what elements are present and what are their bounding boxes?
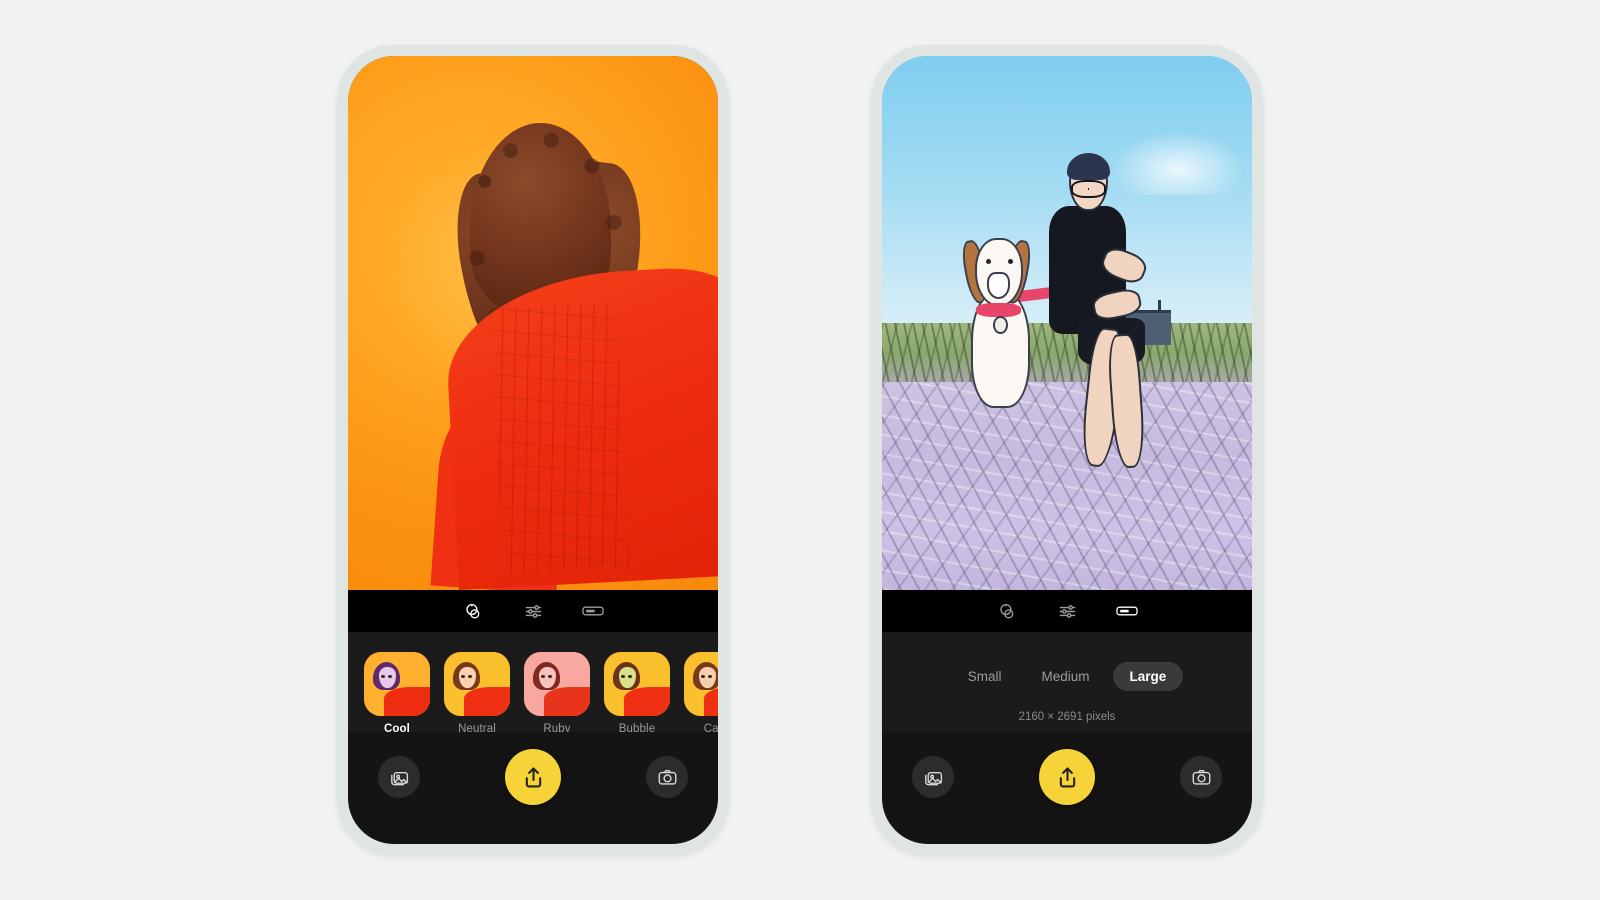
filter-panel: Cool Cel Neu [348, 632, 718, 732]
filter-item-neutral[interactable]: Neutral Cel [444, 652, 510, 732]
filter-thumbnail [604, 652, 670, 716]
size-panel: Small Medium Large 2160 × 2691 pixels [882, 632, 1252, 732]
output-size-icon[interactable] [578, 598, 608, 624]
dog-eye-right [1007, 258, 1013, 264]
filter-item-bubble[interactable]: Bubble Cel [604, 652, 670, 732]
camera-icon[interactable] [1180, 756, 1222, 798]
adjustments-sliders-icon[interactable] [1052, 598, 1082, 624]
man-hair [1067, 153, 1110, 180]
adjustments-sliders-icon[interactable] [518, 598, 548, 624]
mode-toolbar-right [882, 590, 1252, 632]
lens-style-icon[interactable] [458, 598, 488, 624]
filter-label: Ruby [543, 723, 571, 732]
mode-toolbar-left [348, 590, 718, 632]
lens-style-icon[interactable] [992, 598, 1022, 624]
output-dimensions-label: 2160 × 2691 pixels [1018, 711, 1116, 723]
filter-thumbnail [444, 652, 510, 716]
man-glasses [1070, 179, 1106, 199]
beach-cloud [1111, 130, 1245, 195]
dog-snout [987, 272, 1010, 299]
filter-thumbnail [684, 652, 718, 716]
phone-screen-left: Cool Cel Neu [348, 56, 718, 844]
filter-label: Cool [384, 723, 410, 732]
screenshot-stage: Cool Cel Neu [0, 0, 1600, 900]
phone-mockup-right: Small Medium Large 2160 × 2691 pixels [871, 45, 1263, 855]
output-size-icon[interactable] [1112, 598, 1142, 624]
photo-library-icon[interactable] [378, 756, 420, 798]
filter-item-cascade[interactable]: Casc Cel [684, 652, 718, 732]
phone-screen-right: Small Medium Large 2160 × 2691 pixels [882, 56, 1252, 844]
size-option-small[interactable]: Small [951, 662, 1019, 691]
photo-library-icon[interactable] [912, 756, 954, 798]
size-option-medium[interactable]: Medium [1024, 662, 1106, 691]
share-upload-icon[interactable] [505, 749, 561, 805]
size-option-large[interactable]: Large [1112, 662, 1184, 691]
beach-artwork [882, 56, 1252, 590]
dog-tag [993, 315, 1008, 334]
filter-thumbnail [524, 652, 590, 716]
image-preview-right[interactable] [882, 56, 1252, 590]
phone-mockup-left: Cool Cel Neu [337, 45, 729, 855]
camera-icon[interactable] [646, 756, 688, 798]
filter-label: Neutral [458, 723, 496, 732]
filter-thumbnail [364, 652, 430, 716]
size-segmented-control[interactable]: Small Medium Large [951, 662, 1184, 691]
filter-item-ruby[interactable]: Ruby Cel [524, 652, 590, 732]
beach-sand [882, 381, 1252, 590]
filter-label: Bubble [618, 723, 656, 732]
share-upload-icon[interactable] [1039, 749, 1095, 805]
filter-label: Casc [703, 723, 718, 732]
image-preview-left[interactable] [348, 56, 718, 590]
action-bar-left [348, 732, 718, 844]
dog-eye-left [985, 258, 991, 264]
portrait-artwork [348, 56, 718, 590]
action-bar-right [882, 732, 1252, 844]
filter-item-cool[interactable]: Cool Cel [364, 652, 430, 732]
dog-collar [976, 303, 1021, 318]
filter-carousel[interactable]: Cool Cel Neu [348, 632, 718, 732]
